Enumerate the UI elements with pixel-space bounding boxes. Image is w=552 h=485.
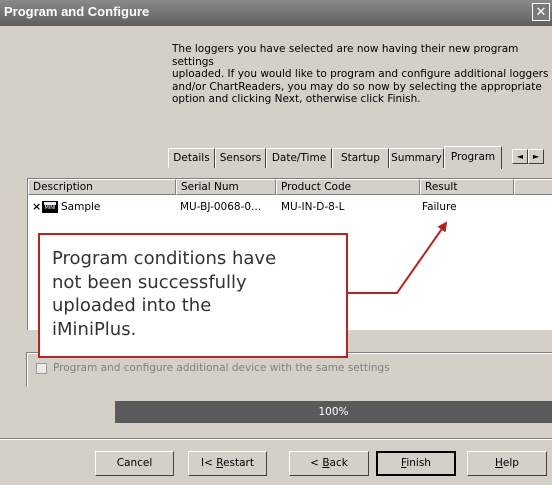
cancel-button[interactable]: Cancel xyxy=(95,451,174,476)
row-product-code: MU-IN-D-8-L xyxy=(281,201,345,213)
failure-x-icon: × xyxy=(32,200,42,213)
restart-button[interactable]: I< Restart xyxy=(188,451,267,476)
device-icon: MINI xyxy=(42,201,58,213)
help-button[interactable]: Help xyxy=(467,451,547,476)
instructions-text: The loggers you have selected are now ha… xyxy=(172,43,549,105)
tab-program[interactable]: Program xyxy=(444,146,502,169)
tab-scroll-left-button[interactable]: ◄ xyxy=(512,149,528,164)
table-row[interactable]: × MINI Sample MU-BJ-0068-0... MU-IN-D-8-… xyxy=(28,199,548,215)
row-result: Failure xyxy=(422,201,457,213)
window-title: Program and Configure xyxy=(4,4,150,19)
column-header-blank xyxy=(514,179,552,195)
arrow-right-icon: ► xyxy=(532,152,540,161)
additional-device-label: Program and configure additional device … xyxy=(53,362,390,374)
progress-text: 100% xyxy=(318,406,349,418)
tab-startup[interactable]: Startup xyxy=(332,148,389,168)
close-icon: ✕ xyxy=(535,5,547,20)
row-serial-num: MU-BJ-0068-0... xyxy=(180,201,262,213)
column-header-result[interactable]: Result xyxy=(420,179,514,195)
additional-device-checkbox[interactable] xyxy=(36,363,47,374)
program-and-configure-dialog: Program and Configure ✕ The loggers you … xyxy=(0,0,552,485)
tab-scroll-right-button[interactable]: ► xyxy=(528,149,544,164)
column-header-serial-num[interactable]: Serial Num xyxy=(176,179,276,195)
column-header-product-code[interactable]: Product Code xyxy=(276,179,420,195)
title-bar: Program and Configure ✕ xyxy=(0,0,552,26)
close-button[interactable]: ✕ xyxy=(532,3,550,21)
back-button[interactable]: < Back xyxy=(289,451,369,476)
tab-summary[interactable]: Summary xyxy=(389,148,444,168)
tab-date-time[interactable]: Date/Time xyxy=(266,148,332,168)
progress-bar: 100% xyxy=(115,401,552,423)
annotation-callout: Program conditions have not been success… xyxy=(38,233,348,358)
row-description: Sample xyxy=(61,201,101,213)
finish-button[interactable]: Finish xyxy=(376,451,456,476)
column-header-description[interactable]: Description xyxy=(28,179,176,195)
tab-sensors[interactable]: Sensors xyxy=(215,148,266,168)
arrow-left-icon: ◄ xyxy=(516,152,524,161)
tab-details[interactable]: Details xyxy=(168,148,215,168)
